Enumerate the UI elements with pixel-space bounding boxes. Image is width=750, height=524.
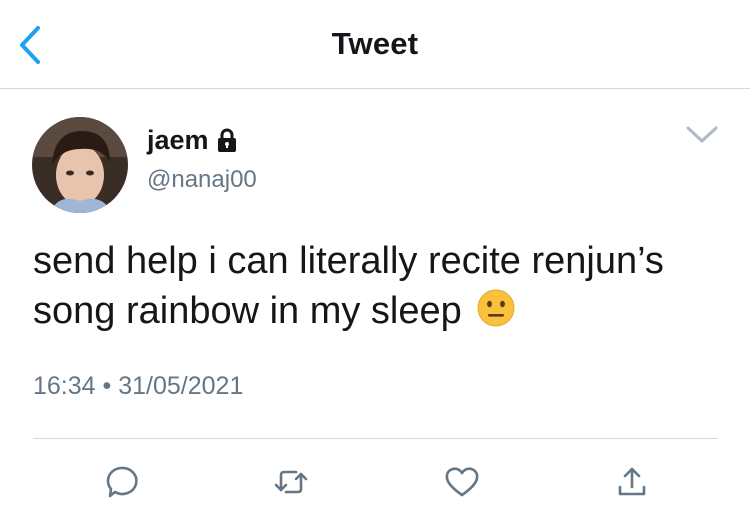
retweet-icon[interactable] xyxy=(272,463,310,501)
divider xyxy=(33,438,718,439)
meta-separator: • xyxy=(102,372,112,400)
tweet-body: send help i can literally recite renjun’… xyxy=(33,240,664,332)
tweet-date: 31/05/2021 xyxy=(118,372,244,400)
display-name: jaem xyxy=(147,125,209,155)
top-bar: Tweet xyxy=(0,0,750,89)
tweet-text: send help i can literally recite renjun’… xyxy=(33,236,733,336)
page-title: Tweet xyxy=(331,26,419,61)
reply-icon[interactable] xyxy=(102,463,140,501)
display-name-row[interactable]: jaem xyxy=(147,125,239,156)
user-handle[interactable]: @nanaj00 xyxy=(147,166,257,194)
share-icon[interactable] xyxy=(613,463,651,501)
neutral-face-emoji xyxy=(477,289,515,327)
lock-icon xyxy=(217,128,236,152)
avatar[interactable] xyxy=(32,117,128,213)
tweet-timestamp: 16:34 • 31/05/2021 xyxy=(33,372,243,401)
tweet-time: 16:34 xyxy=(33,372,96,400)
like-icon[interactable] xyxy=(443,463,481,501)
chevron-down-icon[interactable] xyxy=(684,122,720,146)
